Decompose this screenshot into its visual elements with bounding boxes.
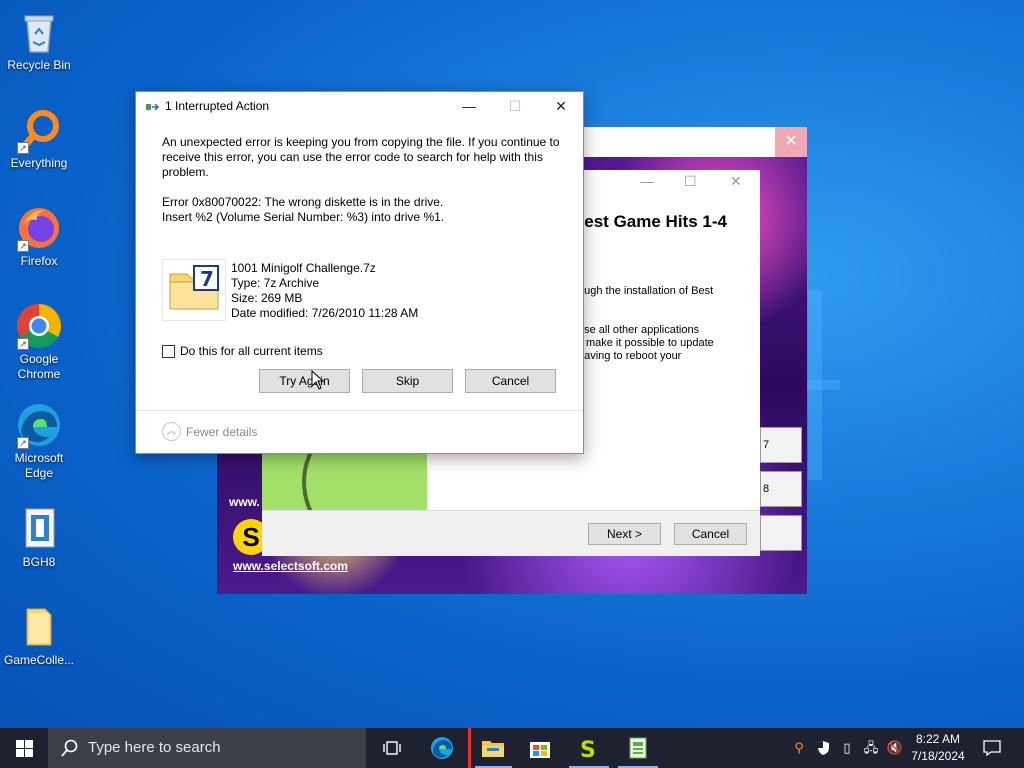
installer-url-partial: www.: [229, 495, 260, 509]
wizard-maximize-button[interactable]: ☐: [684, 173, 697, 190]
recycle-bin-icon: [15, 8, 63, 56]
search-placeholder: Type here to search: [88, 739, 221, 756]
next-button[interactable]: Next >: [588, 523, 661, 545]
apply-to-all-checkbox[interactable]: [162, 345, 175, 358]
everything-tray-icon[interactable]: ⚲: [788, 728, 810, 768]
desktop-icon-label: Google Chrome: [17, 352, 61, 381]
dialog-divider: [136, 410, 583, 411]
file-info: 1001 Minigolf Challenge.7z Type: 7z Arch…: [231, 261, 418, 321]
wizard-heading: Best Game Hits 1-4: [572, 212, 727, 231]
clock-time: 8:22 AM: [915, 732, 961, 746]
taskbar-microsoft-store[interactable]: [516, 728, 564, 768]
cancel-button[interactable]: Cancel: [465, 369, 556, 393]
close-button[interactable]: ✕: [538, 92, 584, 122]
desktop-icon-label: GameColle...: [3, 653, 75, 667]
dialog-title: 1 Interrupted Action: [165, 99, 270, 113]
desktop-icon-bgh8[interactable]: BGH8: [1, 505, 77, 570]
desktop-icon-label: BGH8: [22, 555, 56, 569]
clock-date: 7/18/2024: [911, 749, 965, 763]
file-explorer-icon: [482, 741, 504, 757]
shortcut-arrow-icon: ↗: [17, 338, 29, 350]
desktop-icon-label: Recycle Bin: [7, 58, 71, 72]
task-view-button[interactable]: [368, 728, 416, 768]
chrome-icon: ↗: [15, 302, 63, 350]
wizard-cancel-button[interactable]: Cancel: [674, 523, 747, 545]
taskbar: Type here to search S ⚲ ▯ 🖧 🔇 8:22 AM 7/…: [0, 728, 1024, 768]
start-button[interactable]: [0, 728, 48, 768]
taskbar-search-box[interactable]: Type here to search: [48, 728, 366, 768]
svg-text:S: S: [580, 738, 596, 760]
wizard-paragraph-line: ose all other applications: [578, 324, 700, 336]
error-instruction-line: Insert %2 (Volume Serial Number: %3) int…: [162, 210, 445, 224]
file-date-modified: Date modified: 7/26/2010 11:28 AM: [231, 306, 419, 320]
folder-icon: [15, 603, 63, 651]
wizard-paragraph-line: having to reboot your: [578, 350, 682, 362]
firefox-icon: ↗: [15, 204, 63, 252]
wizard-intro-text: ough the installation of Best: [578, 285, 714, 297]
file-name: 1001 Minigolf Challenge.7z: [231, 261, 376, 275]
desktop-icon-google-chrome[interactable]: ↗ Google Chrome: [1, 302, 77, 382]
selectsoft-icon: S: [580, 738, 596, 760]
desktop-icon-everything[interactable]: ↗ Everything: [1, 106, 77, 171]
installer-url-link[interactable]: www.selectsoft.com: [233, 559, 348, 573]
error-code-line: Error 0x80070022: The wrong diskette is …: [162, 195, 444, 209]
usb-drive-icon[interactable]: ▯: [836, 728, 858, 768]
desktop-icon-recycle-bin[interactable]: Recycle Bin: [1, 8, 77, 73]
taskbar-selectsoft-installer[interactable]: S: [565, 728, 613, 768]
wizard-side-image: [262, 452, 427, 510]
edge-icon: [431, 737, 453, 759]
everything-search-icon: ↗: [15, 106, 63, 154]
interrupted-action-dialog: 1 Interrupted Action — ☐ ✕ An unexpected…: [135, 91, 584, 454]
installer-close-button[interactable]: ✕: [775, 127, 807, 157]
taskbar-file-explorer[interactable]: [468, 728, 516, 768]
desktop-icon-label: Everything: [10, 156, 68, 170]
desktop-icon-label: Microsoft Edge: [14, 451, 64, 480]
shortcut-arrow-icon: ↗: [17, 240, 29, 252]
mouse-cursor-icon: [311, 370, 325, 390]
installer-side-button-9[interactable]: [760, 515, 802, 551]
edge-icon: ↗: [15, 401, 63, 449]
apply-to-all-label[interactable]: Do this for all current items: [180, 344, 323, 358]
desktop-icon-label: Firefox: [20, 254, 58, 268]
wizard-close-button[interactable]: ✕: [730, 173, 742, 190]
desktop-icon-firefox[interactable]: ↗ Firefox: [1, 204, 77, 269]
shortcut-arrow-icon: ↗: [17, 437, 29, 449]
fewer-details-toggle[interactable]: Fewer details: [186, 425, 257, 439]
svg-text:7: 7: [200, 267, 214, 291]
windows-logo-icon: [16, 740, 33, 757]
error-code-text: Error 0x80070022: The wrong diskette is …: [162, 195, 562, 225]
store-icon: [530, 742, 550, 758]
maximize-button[interactable]: ☐: [492, 92, 538, 122]
shortcut-arrow-icon: ↗: [17, 142, 29, 154]
taskbar-setup-app[interactable]: [614, 728, 662, 768]
file-type: Type: 7z Archive: [231, 276, 320, 290]
search-icon: [61, 739, 78, 757]
try-again-button[interactable]: Try Again: [259, 369, 350, 393]
desktop-icon-microsoft-edge[interactable]: ↗ Microsoft Edge: [1, 401, 77, 481]
taskbar-clock[interactable]: 8:22 AM 7/18/2024: [900, 731, 976, 765]
wizard-paragraph-line: ll make it possible to update: [578, 337, 714, 349]
security-shield-icon[interactable]: [812, 728, 834, 768]
notifications-icon[interactable]: [980, 728, 1004, 768]
file-size: Size: 269 MB: [231, 291, 303, 305]
archive-file-icon: 7: [162, 259, 226, 321]
desktop-icon-gamecollection[interactable]: GameColle...: [1, 603, 77, 668]
task-view-icon: [383, 741, 401, 755]
network-icon[interactable]: 🖧: [860, 728, 882, 768]
installer-side-button-8[interactable]: 8: [760, 471, 802, 507]
desktop: Recycle Bin ↗ Everything ↗ Firefox ↗ Goo…: [0, 0, 1024, 728]
chevron-up-icon[interactable]: ︿: [162, 422, 181, 441]
setup-icon: [629, 737, 647, 759]
error-message: An unexpected error is keeping you from …: [162, 135, 560, 179]
skip-button[interactable]: Skip: [362, 369, 453, 393]
installer-side-button-7[interactable]: 7: [760, 427, 802, 463]
wizard-minimize-button[interactable]: —: [640, 173, 654, 189]
taskbar-edge[interactable]: [418, 728, 466, 768]
wizard-footer: Next > Cancel: [262, 510, 760, 556]
copy-action-icon: [146, 101, 160, 113]
bgh8-icon: [15, 505, 63, 553]
minimize-button[interactable]: —: [446, 92, 492, 122]
